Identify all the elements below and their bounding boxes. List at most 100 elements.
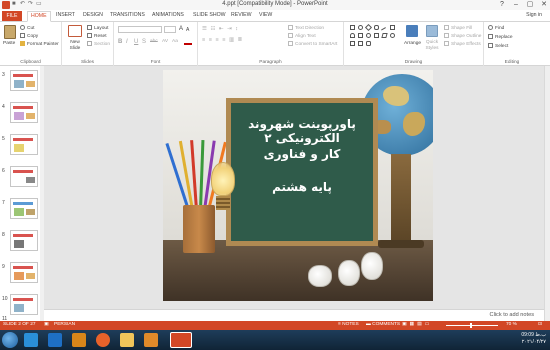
shape-brace-icon[interactable] bbox=[366, 41, 371, 46]
shrink-font-button[interactable]: A bbox=[186, 27, 189, 33]
shape-diamond-icon[interactable] bbox=[364, 23, 373, 32]
telegram-taskbar-icon[interactable] bbox=[24, 333, 38, 347]
slide-thumbnail-7[interactable] bbox=[10, 198, 38, 219]
notes-button[interactable]: ≡ NOTES bbox=[338, 322, 359, 327]
start-button-icon[interactable] bbox=[2, 332, 18, 348]
shape-square-icon[interactable] bbox=[358, 33, 363, 38]
change-case-button[interactable]: Aa bbox=[172, 39, 178, 44]
italic-button[interactable]: I bbox=[126, 39, 128, 45]
align-text-button[interactable]: Align Text bbox=[288, 33, 316, 39]
comments-button[interactable]: ▬ COMMENTS bbox=[366, 322, 400, 327]
shape-rounded-icon[interactable] bbox=[374, 25, 379, 30]
media-player-taskbar-icon[interactable] bbox=[144, 333, 158, 347]
text-direction-button[interactable]: Text Direction bbox=[288, 25, 324, 31]
notes-pane[interactable]: Click to add notes bbox=[44, 309, 544, 321]
tab-insert[interactable]: INSERT bbox=[56, 12, 75, 18]
sign-in-link[interactable]: Sign in bbox=[526, 12, 542, 18]
close-button[interactable]: ✕ bbox=[540, 0, 548, 9]
font-name-box[interactable] bbox=[118, 26, 162, 33]
replace-button[interactable]: Replace bbox=[488, 34, 513, 40]
underline-button[interactable]: U bbox=[134, 39, 138, 45]
zoom-slider-thumb[interactable] bbox=[470, 323, 472, 328]
bold-button[interactable]: B bbox=[118, 39, 122, 45]
clock-date[interactable]: ۲۰۲۱/۰۴/۲۷ bbox=[521, 339, 546, 346]
arrange-button[interactable]: Arrange bbox=[404, 41, 421, 46]
shape-oval-icon[interactable] bbox=[358, 25, 363, 30]
slide-thumbnail-5[interactable] bbox=[10, 134, 38, 155]
slide-thumbnail-10[interactable] bbox=[10, 294, 38, 315]
file-explorer-taskbar-icon[interactable] bbox=[120, 333, 134, 347]
slide-vertical-scrollbar[interactable] bbox=[544, 66, 550, 321]
shape-outline-button[interactable]: Shape Outline bbox=[444, 33, 481, 39]
shape-parallelogram-icon[interactable] bbox=[381, 33, 388, 38]
shadow-button[interactable]: S bbox=[142, 39, 146, 45]
tab-home[interactable]: HOME bbox=[27, 11, 51, 22]
tab-animations[interactable]: ANIMATIONS bbox=[152, 12, 184, 18]
font-size-box[interactable] bbox=[164, 26, 176, 33]
strikethrough-button[interactable]: abc bbox=[150, 39, 158, 44]
tab-view[interactable]: VIEW bbox=[259, 12, 272, 18]
paste-icon[interactable] bbox=[4, 25, 16, 39]
tab-file[interactable]: FILE bbox=[2, 11, 22, 21]
tab-transitions[interactable]: TRANSITIONS bbox=[110, 12, 145, 18]
select-button[interactable]: Select bbox=[488, 43, 508, 49]
help-button[interactable]: ? bbox=[498, 0, 506, 9]
paste-button[interactable]: Paste bbox=[3, 41, 15, 46]
shape-fill-button[interactable]: Shape Fill bbox=[444, 25, 472, 31]
fit-slide-icon[interactable]: ⊡ bbox=[538, 322, 542, 327]
tab-review[interactable]: REVIEW bbox=[231, 12, 251, 18]
shape-circle-icon[interactable] bbox=[366, 33, 371, 38]
clock-time[interactable]: 09:09 ب.ظ bbox=[521, 332, 546, 339]
copy-button[interactable]: Copy bbox=[20, 33, 38, 39]
slide-thumbnail-6[interactable] bbox=[10, 166, 38, 187]
quick-styles-icon[interactable] bbox=[426, 25, 438, 37]
align-buttons[interactable]: ≡ ≡ ≡ ≡ ▥ ≣ bbox=[202, 37, 243, 43]
tab-slide-show[interactable]: SLIDE SHOW bbox=[193, 12, 226, 18]
find-button[interactable]: Find bbox=[488, 25, 504, 31]
current-slide[interactable]: پاورپوینت شهروند الکترونیکی ۲ کار و فناو… bbox=[163, 70, 433, 301]
layout-button[interactable]: Layout bbox=[87, 25, 108, 31]
new-slide-icon[interactable] bbox=[68, 25, 82, 37]
notes-placeholder[interactable]: Click to add notes bbox=[490, 312, 534, 318]
format-painter-button[interactable]: Format Painter bbox=[20, 41, 59, 47]
zoom-slider[interactable] bbox=[446, 325, 498, 326]
view-buttons[interactable]: ▣▦▤▭ bbox=[402, 322, 432, 327]
maximize-button[interactable]: ▢ bbox=[526, 0, 534, 9]
shape-star-icon[interactable] bbox=[358, 41, 363, 46]
slide-thumbnail-4[interactable] bbox=[10, 102, 38, 123]
shape-rectangle-icon[interactable] bbox=[350, 25, 355, 30]
shape-arrow-icon[interactable] bbox=[350, 41, 355, 46]
arrange-icon[interactable] bbox=[406, 25, 418, 37]
shape-effects-button[interactable]: Shape Effects bbox=[444, 41, 481, 47]
internet-explorer-taskbar-icon[interactable] bbox=[48, 333, 62, 347]
char-spacing-button[interactable]: AV bbox=[162, 39, 168, 44]
minimize-button[interactable]: – bbox=[512, 0, 520, 9]
list-buttons[interactable]: ☰ ☷ ⇤ ⇥ ↕ bbox=[202, 26, 239, 32]
quick-styles-button[interactable]: Quick Styles bbox=[424, 40, 440, 52]
powerpoint-taskbar-icon[interactable] bbox=[170, 332, 192, 348]
reset-button[interactable]: Reset bbox=[87, 33, 107, 39]
shape-textbox-icon[interactable] bbox=[390, 25, 395, 30]
new-slide-button[interactable]: New Slide bbox=[66, 40, 84, 52]
convert-smartart-button[interactable]: Convert to SmartArt bbox=[288, 41, 337, 47]
shape-arc-icon[interactable] bbox=[350, 33, 355, 38]
shape-smiley-icon[interactable] bbox=[390, 33, 395, 38]
slide-subtitle[interactable]: کار و فناوری bbox=[231, 147, 373, 161]
font-color-button[interactable] bbox=[184, 39, 192, 45]
slide-grade[interactable]: پایه هشتم bbox=[231, 180, 373, 194]
slide-thumbnail-3[interactable] bbox=[10, 70, 38, 91]
language-indicator[interactable]: PERSIAN bbox=[54, 322, 75, 327]
grow-font-button[interactable]: A bbox=[179, 26, 183, 32]
cut-button[interactable]: Cut bbox=[20, 25, 34, 31]
slide-thumbnail-8[interactable] bbox=[10, 230, 38, 251]
shape-callout-icon[interactable] bbox=[374, 33, 379, 38]
firefox-taskbar-icon[interactable] bbox=[96, 333, 110, 347]
section-button[interactable]: Section bbox=[87, 41, 110, 47]
spellcheck-icon[interactable]: ▣ bbox=[44, 322, 49, 327]
shapes-gallery[interactable] bbox=[350, 23, 434, 49]
media-taskbar-icon[interactable] bbox=[72, 333, 86, 347]
slide-thumbnail-9[interactable] bbox=[10, 262, 38, 283]
tab-design[interactable]: DESIGN bbox=[83, 12, 103, 18]
zoom-level[interactable]: 70 % bbox=[506, 322, 517, 327]
slide-title[interactable]: پاورپوینت شهروند الکترونیکی ۲ bbox=[231, 117, 373, 145]
